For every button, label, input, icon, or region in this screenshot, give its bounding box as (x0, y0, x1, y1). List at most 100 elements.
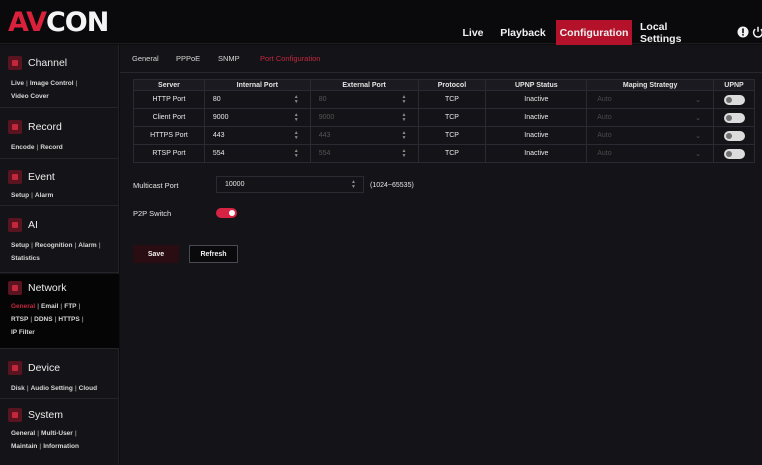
internal-port-input[interactable]: 80 ▲ ▼ (203, 90, 311, 109)
sidebar-link-ai-alarm[interactable]: Alarm (78, 242, 96, 249)
sidebar-link-cloud[interactable]: Cloud (79, 385, 97, 392)
external-port-value: 554 (318, 150, 331, 157)
table-row: RTSP Port 554 ▲ ▼ 554 ▲ ▼ TCP Inactive Auto ⌄ (133, 144, 755, 163)
sidebar-link-ip-filter[interactable]: IP Filter (11, 329, 35, 336)
mapping-strategy-select[interactable]: Auto ⌄ (586, 144, 714, 163)
sidebar-link-rtsp[interactable]: RTSP (11, 316, 28, 323)
spinner-icon[interactable]: ▲ ▼ (294, 95, 300, 105)
spinner-icon[interactable]: ▲ ▼ (294, 113, 300, 123)
p2p-toggle[interactable] (216, 208, 237, 218)
sidebar-link-disk[interactable]: Disk (11, 385, 25, 392)
sidebar-title-channel: Channel (28, 57, 68, 69)
nav-configuration[interactable]: Configuration (556, 20, 632, 45)
sidebar-link-email[interactable]: Email (41, 303, 58, 310)
sidebar-link-encode[interactable]: Encode (11, 144, 34, 151)
sidebar-link-maintain[interactable]: Maintain (11, 443, 37, 450)
nav-live[interactable]: Live (458, 20, 488, 45)
sidebar-title-ai: AI (28, 219, 38, 231)
sidebar-link-information[interactable]: Information (43, 443, 79, 450)
sidebar-link-setup[interactable]: Setup (11, 192, 29, 199)
col-protocol: Protocol (417, 79, 487, 91)
sidebar-head-record[interactable]: Record (8, 118, 62, 136)
sidebar-link-ai-setup[interactable]: Setup (11, 242, 29, 249)
multicast-port-input[interactable]: 10000 ▲ ▼ (216, 176, 364, 193)
col-internal-port: Internal Port (203, 79, 311, 91)
server-name: HTTP Port (133, 90, 205, 109)
save-button[interactable]: Save (133, 245, 179, 263)
sidebar-link-recognition[interactable]: Recognition (35, 242, 73, 249)
upnp-toggle[interactable] (723, 148, 745, 159)
external-port-input[interactable]: 554 ▲ ▼ (309, 144, 419, 163)
tab-snmp[interactable]: SNMP (218, 54, 240, 63)
chevron-down-icon: ⌄ (695, 151, 701, 158)
protocol-value: TCP (417, 126, 487, 145)
info-icon[interactable] (737, 26, 749, 38)
sidebar-link-statistics[interactable]: Statistics (11, 255, 40, 262)
sidebar-link-general[interactable]: General (11, 303, 35, 310)
external-port-input[interactable]: 80 ▲ ▼ (309, 90, 419, 109)
mapping-strategy-value: Auto (597, 114, 612, 121)
multicast-port-label: Multicast Port (133, 181, 179, 190)
record-icon (8, 120, 22, 134)
server-name: Client Port (133, 108, 205, 127)
system-icon (8, 408, 22, 422)
spinner-icon[interactable]: ▲ ▼ (294, 131, 300, 141)
table-row: HTTPS Port 443 ▲ ▼ 443 ▲ ▼ TCP Inactive Auto… (133, 126, 755, 145)
spinner-icon[interactable]: ▲ ▼ (402, 131, 408, 141)
mapping-strategy-select[interactable]: Auto ⌄ (586, 90, 714, 109)
upnp-toggle[interactable] (723, 112, 745, 123)
spinner-icon[interactable]: ▲ ▼ (402, 95, 408, 105)
tab-pppoe[interactable]: PPPoE (176, 54, 200, 63)
power-icon[interactable] (752, 26, 762, 38)
sidebar-head-event[interactable]: Event (8, 168, 55, 186)
sidebar-link-live[interactable]: Live (11, 80, 24, 87)
sidebar-link-video-cover[interactable]: Video Cover (11, 93, 49, 100)
sidebar-link-image-control[interactable]: Image Control (30, 80, 74, 87)
sidebar-link-multi-user[interactable]: Multi-User (41, 430, 73, 437)
upnp-status-value: Inactive (485, 144, 588, 163)
sidebar-link-ftp[interactable]: FTP (64, 303, 76, 310)
sidebar-link-https[interactable]: HTTPS (58, 316, 79, 323)
table-row: Client Port 9000 ▲ ▼ 9000 ▲ ▼ TCP Inactive A… (133, 108, 755, 127)
internal-port-input[interactable]: 9000 ▲ ▼ (203, 108, 311, 127)
internal-port-input[interactable]: 554 ▲ ▼ (203, 144, 311, 163)
upnp-toggle[interactable] (723, 130, 745, 141)
tab-port-configuration[interactable]: Port Configuration (260, 54, 320, 63)
refresh-button[interactable]: Refresh (189, 245, 238, 263)
sidebar-head-device[interactable]: Device (8, 359, 60, 377)
mapping-strategy-select[interactable]: Auto ⌄ (586, 108, 714, 127)
tab-general[interactable]: General (132, 54, 159, 63)
logo-text: CON (45, 6, 109, 38)
mapping-strategy-select[interactable]: Auto ⌄ (586, 126, 714, 145)
upnp-toggle-cell (713, 144, 755, 163)
sidebar-head-ai[interactable]: AI (8, 216, 38, 234)
nav-playback[interactable]: Playback (500, 20, 546, 45)
spinner-icon[interactable]: ▲ ▼ (351, 180, 357, 190)
sidebar-head-network[interactable]: Network (8, 279, 67, 297)
sidebar-head-channel[interactable]: Channel (8, 54, 67, 72)
event-icon (8, 170, 22, 184)
sidebar-link-ddns[interactable]: DDNS (34, 316, 52, 323)
spinner-icon[interactable]: ▲ ▼ (294, 149, 300, 159)
sidebar-group-event: Event Setup | Alarm (0, 160, 119, 206)
spinner-icon[interactable]: ▲ ▼ (402, 149, 408, 159)
upnp-toggle[interactable] (723, 94, 745, 105)
sidebar-title-device: Device (28, 362, 61, 374)
port-table: Server Internal Port External Port Proto… (133, 79, 755, 163)
internal-port-input[interactable]: 443 ▲ ▼ (203, 126, 311, 145)
sidebar-link-alarm[interactable]: Alarm (35, 192, 53, 199)
col-server: Server (133, 79, 205, 91)
chevron-down-icon: ⌄ (695, 97, 701, 104)
sidebar-head-system[interactable]: System (8, 406, 63, 424)
external-port-input[interactable]: 443 ▲ ▼ (309, 126, 419, 145)
nav-local-settings[interactable]: Local Settings (640, 20, 708, 45)
external-port-input[interactable]: 9000 ▲ ▼ (309, 108, 419, 127)
tab-bar: General PPPoE SNMP Port Configuration (120, 45, 762, 73)
spinner-icon[interactable]: ▲ ▼ (402, 113, 408, 123)
sidebar-link-audio-setting[interactable]: Audio Setting (31, 385, 73, 392)
protocol-value: TCP (417, 144, 487, 163)
sidebar-link-system-general[interactable]: General (11, 430, 35, 437)
server-name: RTSP Port (133, 144, 205, 163)
device-icon (8, 361, 22, 375)
sidebar-link-record[interactable]: Record (40, 144, 62, 151)
